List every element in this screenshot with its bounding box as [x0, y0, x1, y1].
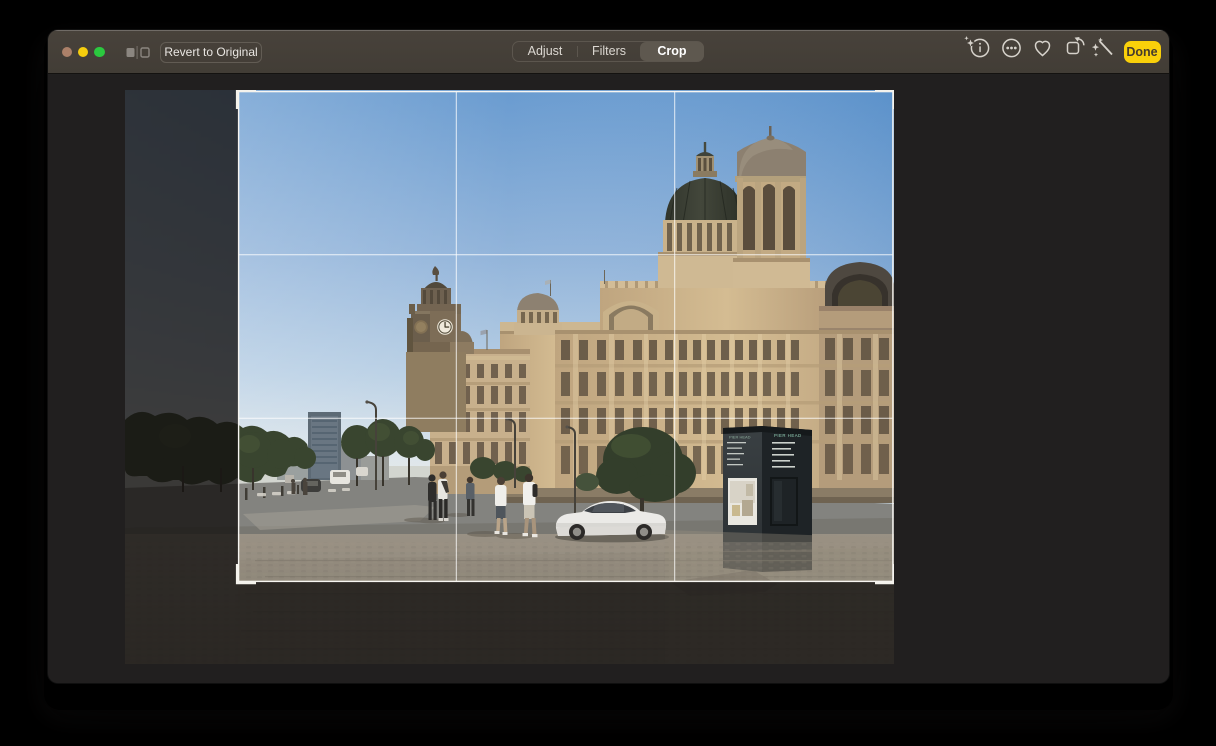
svg-text:PIER HEAD: PIER HEAD [774, 433, 802, 438]
svg-text:PIER HEAD: PIER HEAD [729, 435, 751, 440]
